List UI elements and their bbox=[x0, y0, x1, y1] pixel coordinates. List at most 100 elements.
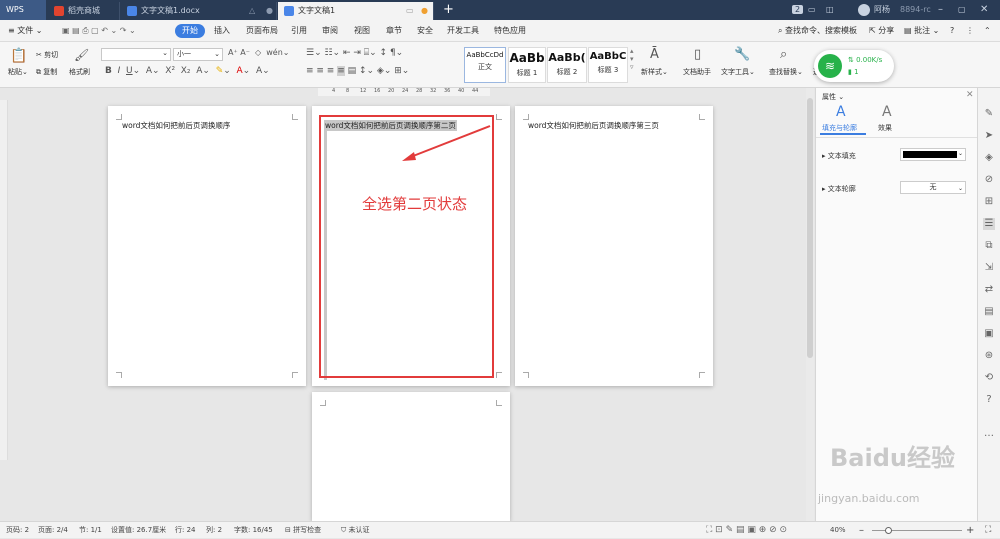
page-1-text[interactable]: word文档如何把前后页调换顺序 bbox=[122, 120, 230, 131]
layout-icon[interactable]: ▭ bbox=[808, 0, 816, 20]
help-icon[interactable]: ? bbox=[950, 20, 954, 42]
skin-icon[interactable]: ◫ bbox=[826, 0, 834, 20]
cert-status[interactable]: ⛉ 未认证 bbox=[341, 522, 369, 539]
fit-window-icon[interactable]: ⛶ bbox=[985, 522, 991, 539]
zoom-level[interactable]: 40% bbox=[830, 522, 846, 539]
maximize-icon[interactable]: ▢ bbox=[958, 0, 966, 20]
horizontal-ruler[interactable]: 4 8 12 16 20 24 28 32 36 40 44 bbox=[318, 88, 490, 96]
vertical-ruler[interactable] bbox=[0, 100, 8, 460]
zoom-slider[interactable] bbox=[872, 527, 962, 534]
status-setting[interactable]: 设置值: 26.7厘米 bbox=[111, 522, 166, 539]
document-area[interactable]: 4 8 12 16 20 24 28 32 36 40 44 word文档如何把… bbox=[0, 88, 815, 521]
doc-tools-button[interactable]: 文字工具⌄ bbox=[721, 67, 755, 77]
tab-fill-outline[interactable]: 填充与轮廓 bbox=[822, 123, 857, 133]
text-outline-select[interactable]: 无 ⌄ bbox=[900, 181, 966, 194]
style-normal[interactable]: AaBbCcDd 正文 bbox=[464, 47, 506, 83]
minimize-icon[interactable]: – bbox=[938, 0, 943, 20]
find-replace-button[interactable]: 查找替换⌄ bbox=[769, 67, 803, 77]
history-icon[interactable]: ⟲ bbox=[983, 372, 995, 384]
menu-file[interactable]: ≡ 文件 ⌄ bbox=[8, 20, 43, 42]
search-command[interactable]: ⌕ 查找命令、搜索模板 bbox=[778, 20, 857, 42]
menu-security[interactable]: 安全 bbox=[417, 20, 433, 42]
menu-home[interactable]: 开始 bbox=[175, 24, 205, 38]
format-painter-button[interactable]: 格式刷 bbox=[69, 67, 90, 77]
status-col[interactable]: 列: 2 bbox=[206, 522, 222, 539]
properties-icon[interactable]: ☰ bbox=[983, 218, 995, 230]
font-name-combo[interactable]: ⌄ bbox=[101, 48, 171, 61]
paint-icon[interactable]: ⊘ bbox=[983, 174, 995, 186]
format-painter-icon[interactable]: 🖌 bbox=[74, 48, 89, 62]
zoom-out-button[interactable]: – bbox=[859, 522, 864, 539]
menu-chapter[interactable]: 章节 bbox=[386, 20, 402, 42]
scrollbar-thumb[interactable] bbox=[807, 98, 813, 358]
cut-button[interactable]: ✂ 剪切 bbox=[36, 50, 58, 60]
archive-icon[interactable]: ▤ bbox=[983, 306, 995, 318]
panel-title[interactable]: 属性 ⌄ bbox=[822, 92, 844, 102]
text-fill-picker[interactable]: ⌄ bbox=[900, 148, 966, 161]
comment-button[interactable]: ▤ 批注 ⌄ bbox=[904, 20, 939, 42]
status-section[interactable]: 节: 1/1 bbox=[79, 522, 102, 539]
image-icon[interactable]: ▣ bbox=[983, 328, 995, 340]
paste-button[interactable]: 粘贴⌄ bbox=[8, 67, 28, 77]
styles-scroll[interactable]: ▴ ▾ ▿ bbox=[630, 47, 638, 83]
text-outline-label[interactable]: ▸ 文本轮廓 bbox=[822, 184, 856, 194]
style-heading-3[interactable]: AaBbC 标题 3 bbox=[588, 47, 628, 83]
share-button[interactable]: ⇱ 分享 bbox=[869, 20, 894, 42]
font-format-row[interactable]: B I U⌄ A⌄ X² X₂ A⌄ ✎⌄ A⌄ A⌄ bbox=[105, 66, 270, 76]
style-heading-2[interactable]: AaBb(标题 2 bbox=[547, 47, 587, 83]
copy-button[interactable]: ⧉ 复制 bbox=[36, 67, 57, 77]
menu-reference[interactable]: 引用 bbox=[291, 20, 307, 42]
help-circle-icon[interactable]: ? bbox=[983, 394, 995, 406]
menu-features[interactable]: 特色应用 bbox=[494, 20, 526, 42]
status-page-num[interactable]: 页码: 2 bbox=[6, 522, 29, 539]
panel-close-icon[interactable]: ✕ bbox=[966, 90, 974, 100]
status-pages[interactable]: 页面: 2/4 bbox=[38, 522, 68, 539]
more-icon[interactable]: ⋮ bbox=[966, 20, 974, 42]
new-style-icon[interactable]: Ā bbox=[650, 47, 659, 62]
style-heading-1[interactable]: AaBb 标题 1 bbox=[508, 47, 546, 83]
zoom-slider-knob[interactable] bbox=[885, 527, 893, 534]
wrench-icon[interactable]: 🔧 bbox=[734, 47, 750, 62]
network-widget[interactable]: ≋ ⇅ 0.00K/s ▮ 1 bbox=[814, 50, 894, 82]
tab-daoke[interactable]: 稻壳商城 bbox=[48, 2, 120, 20]
menu-insert[interactable]: 插入 bbox=[214, 20, 230, 42]
page-3-text[interactable]: word文档如何把前后页调换顺序第三页 bbox=[528, 120, 659, 131]
doc-helper-button[interactable]: 文档助手 bbox=[683, 67, 711, 77]
font-size-controls[interactable]: A⁺ A⁻ ◇ wén⌄ bbox=[228, 48, 290, 57]
gallery-icon[interactable]: ⧉ bbox=[983, 240, 995, 252]
paragraph-row-1[interactable]: ☰⌄ ☷⌄ ⇤ ⇥ ⌸⌄ ↕ ¶⌄ bbox=[306, 48, 403, 58]
page-1[interactable]: word文档如何把前后页调换顺序 bbox=[108, 106, 306, 386]
status-words[interactable]: 字数: 16/45 bbox=[234, 522, 273, 539]
zoom-in-button[interactable]: + bbox=[966, 522, 974, 539]
tab-effect[interactable]: 效果 bbox=[878, 123, 892, 133]
collapse-ribbon-icon[interactable]: ⌃ bbox=[984, 20, 991, 42]
paste-icon[interactable]: 📋 bbox=[10, 48, 27, 64]
cursor-icon[interactable]: ➤ bbox=[983, 130, 995, 142]
download-icon[interactable]: ⊛ bbox=[983, 350, 995, 362]
text-fill-label[interactable]: ▸ 文本填充 bbox=[822, 151, 856, 161]
tab-document-active[interactable]: 文字文稿1 ▭ ● bbox=[278, 2, 434, 20]
shape-icon[interactable]: ◈ bbox=[983, 152, 995, 164]
menu-developer[interactable]: 开发工具 bbox=[447, 20, 479, 42]
table-icon[interactable]: ⊞ bbox=[983, 196, 995, 208]
page-3[interactable]: word文档如何把前后页调换顺序第三页 bbox=[515, 106, 713, 386]
menu-view[interactable]: 视图 bbox=[354, 20, 370, 42]
export-icon[interactable]: ⇲ bbox=[983, 262, 995, 274]
wps-home-tab[interactable]: WPS bbox=[0, 0, 46, 20]
close-icon[interactable]: ✕ bbox=[980, 0, 988, 20]
new-tab-button[interactable]: + bbox=[443, 0, 454, 20]
doc-helper-icon[interactable]: ▯ bbox=[694, 47, 701, 62]
menu-page-layout[interactable]: 页面布局 bbox=[246, 20, 278, 42]
quick-access-toolbar[interactable]: ▣ ▤ ⎙ ▢ ↶ ⌄ ↷ ⌄ bbox=[62, 20, 136, 42]
spell-check-button[interactable]: ⊟ 拼写检查 bbox=[285, 522, 321, 539]
status-row[interactable]: 行: 24 bbox=[175, 522, 196, 539]
font-size-combo[interactable]: 小一 ⌄ bbox=[173, 48, 223, 61]
translate-icon[interactable]: ⇄ bbox=[983, 284, 995, 296]
effect-icon[interactable]: A bbox=[882, 104, 892, 120]
fill-outline-icon[interactable]: A bbox=[836, 104, 846, 120]
view-mode-icons[interactable]: ⛶ ⊡ ✎ ▤ ▣ ⊕ ⊘ ⊙ bbox=[706, 522, 787, 539]
edit-icon[interactable]: ✎ bbox=[983, 108, 995, 120]
menu-review[interactable]: 审阅 bbox=[322, 20, 338, 42]
paragraph-row-2[interactable]: ≡ ≡ ≡ ≡ ▤ ↕⌄ ◈⌄ ⊞⌄ bbox=[306, 66, 409, 76]
tab-document-docx[interactable]: 文字文稿1.docx △ ● bbox=[121, 2, 277, 20]
